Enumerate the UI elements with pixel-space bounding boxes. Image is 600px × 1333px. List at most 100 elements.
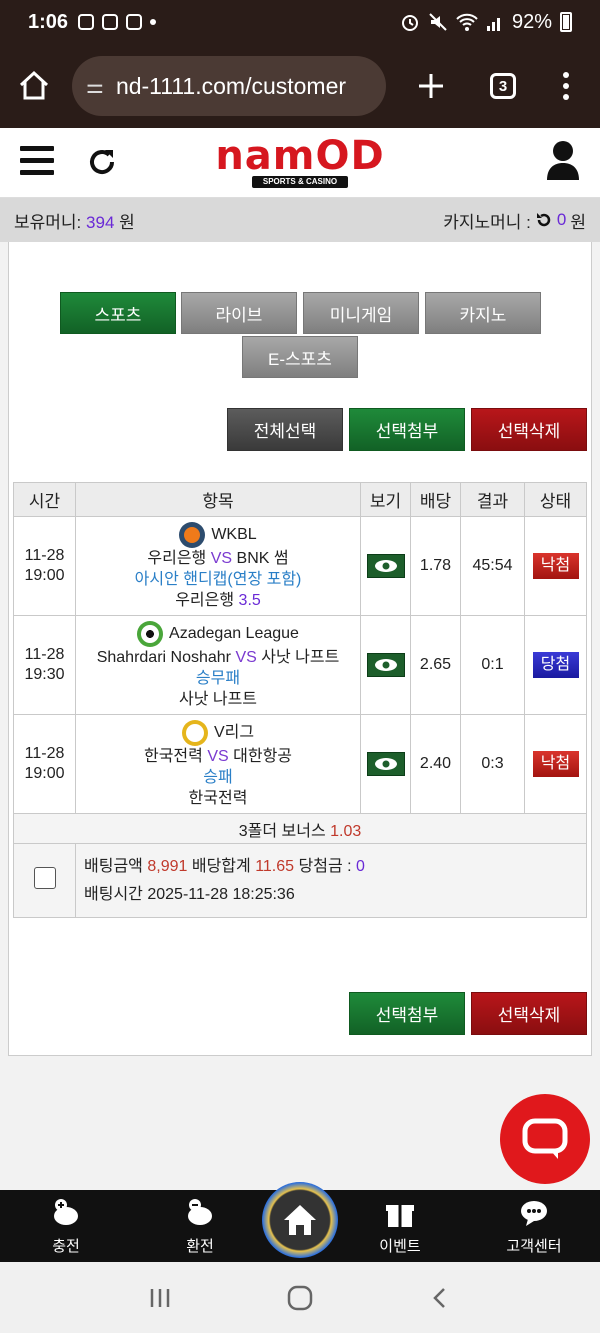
table-row: 11-28 19:30 Azadegan League Shahrdari Nos… [13, 615, 587, 715]
league-name: WKBL [211, 526, 257, 543]
row-odds: 1.78 [410, 516, 461, 616]
row-status: 낙첨 [524, 516, 587, 616]
win-amount: 0 [356, 857, 365, 875]
tab-casino[interactable]: 카지노 [425, 292, 541, 334]
browser-toolbar: ⚌ nd-1111.com/customer 3 [0, 44, 600, 128]
delete-selected-button-bottom[interactable]: 선택삭제 [471, 992, 587, 1035]
row-result: 45:54 [460, 516, 525, 616]
row-item: V리그 한국전력 VS 대한항공 승패 한국전력 [75, 714, 361, 814]
instagram-icon-2 [126, 14, 143, 30]
status-badge: 낙첨 [532, 751, 579, 777]
summary-check-cell [13, 843, 76, 918]
home-team: Shahrdari Noshahr [96, 648, 231, 666]
status-badge: 낙첨 [532, 553, 579, 579]
home-circle-icon[interactable] [287, 1285, 313, 1311]
select-all-button[interactable]: 전체선택 [227, 408, 343, 451]
home-team: 한국전력 [143, 747, 203, 765]
market-name: 승무패 [195, 669, 241, 687]
home-icon[interactable] [16, 68, 52, 104]
row-item: WKBL 우리은행 VS BNK 썸 아시안 핸디캡(연장 포함) 우리은행 3… [75, 516, 361, 616]
logo-subtitle: SPORTS & CASINO [252, 176, 348, 188]
tab-switcher-button[interactable]: 3 [490, 73, 516, 99]
nav-exchange[interactable]: 환전 [140, 1190, 260, 1262]
attach-selected-button[interactable]: 선택첨부 [349, 408, 465, 451]
pick-name: 한국전력 [188, 789, 248, 807]
gift-icon [386, 1205, 414, 1227]
tab-minigame[interactable]: 미니게임 [303, 292, 419, 334]
holding-label: 보유머니: [14, 212, 82, 232]
chat-button[interactable] [500, 1094, 590, 1184]
pick-name: 사낫 나프트 [178, 690, 258, 708]
summary-cell: 배팅금액 8,991 배당합계 11.65 당첨금 : 0 배팅시간 2025-… [75, 843, 587, 918]
nav-event[interactable]: 이벤트 [340, 1190, 460, 1262]
header-result: 결과 [460, 482, 525, 517]
support-chat-icon [521, 1201, 547, 1226]
url-text: nd-1111.com/customer [115, 72, 347, 99]
match-line: Shahrdari Noshahr VS 사낫 나프트 [76, 647, 360, 668]
nav-support-label: 고객센터 [506, 1238, 562, 1255]
vs-label: VS [207, 747, 229, 765]
attach-selected-button-bottom[interactable]: 선택첨부 [349, 992, 465, 1035]
summary-row: 배팅금액 8,991 배당합계 11.65 당첨금 : 0 배팅시간 2025-… [13, 843, 587, 918]
status-bar: 1:06 92% [0, 0, 600, 44]
delete-selected-button[interactable]: 선택삭제 [471, 408, 587, 451]
win-label: 당첨금 : [298, 857, 352, 875]
notification-icons [78, 14, 157, 30]
bet-amount-label: 배팅금액 [84, 857, 143, 875]
table-row: 11-28 19:00 WKBL 우리은행 VS BNK 썸 아시안 핸디캡(연장… [13, 516, 587, 616]
eye-icon[interactable] [366, 653, 405, 677]
summary-amount-line: 배팅금액 8,991 배당합계 11.65 당첨금 : 0 [84, 853, 586, 881]
match-line: 한국전력 VS 대한항공 [76, 746, 360, 767]
row-result: 0:1 [460, 615, 525, 715]
tab-sports[interactable]: 스포츠 [60, 292, 176, 334]
tab-count: 3 [490, 73, 516, 99]
row-view [360, 714, 411, 814]
alarm-icon [401, 15, 418, 31]
site-settings-icon[interactable]: ⚌ [86, 74, 104, 99]
row-item: Azadegan League Shahrdari Noshahr VS 사낫 … [75, 615, 361, 715]
piggy-bank-icon [54, 1199, 78, 1225]
battery-percent: 92% [511, 10, 552, 33]
away-team: BNK 썸 [236, 549, 289, 567]
eye-icon[interactable] [366, 752, 405, 776]
eye-icon[interactable] [366, 554, 405, 578]
bonus-row: 3폴더 보너스 1.03 [13, 813, 587, 844]
nav-support[interactable]: 고객센터 [474, 1190, 594, 1262]
user-icon[interactable] [546, 140, 580, 180]
new-tab-icon[interactable] [416, 71, 446, 101]
bottom-nav: 충전 환전 이벤트 고객센터 [0, 1182, 600, 1262]
odds-total: 11.65 [255, 857, 295, 875]
select-checkbox[interactable] [33, 867, 56, 889]
menu-icon[interactable] [20, 146, 54, 178]
bonus-cell: 3폴더 보너스 1.03 [13, 813, 587, 844]
header-item: 항목 [75, 482, 361, 517]
url-bar[interactable]: ⚌ nd-1111.com/customer [72, 56, 386, 116]
reload-icon[interactable] [535, 211, 553, 229]
row-time: 11-28 19:00 [13, 516, 76, 616]
refresh-icon[interactable] [86, 146, 118, 178]
header-status: 상태 [524, 482, 587, 517]
nav-charge[interactable]: 충전 [6, 1190, 126, 1262]
bonus-label: 3폴더 보너스 [238, 822, 326, 840]
tab-live[interactable]: 라이브 [181, 292, 297, 334]
row-status: 낙첨 [524, 714, 587, 814]
vs-label: VS [235, 648, 257, 666]
league-line: V리그 [76, 719, 360, 746]
casino-money: 카지노머니 : 0 원 [443, 208, 586, 233]
recent-apps-icon[interactable] [148, 1286, 172, 1310]
nav-home-button[interactable] [262, 1182, 338, 1258]
status-badge: 당첨 [532, 652, 579, 678]
volleyball-icon [181, 719, 208, 746]
holding-unit: 원 [119, 212, 135, 232]
site-logo[interactable]: namOD SPORTS & CASINO [206, 136, 394, 192]
row-result: 0:3 [460, 714, 525, 814]
row-status: 당첨 [524, 615, 587, 715]
more-menu-icon[interactable] [562, 71, 570, 101]
piggy-bank-icon [188, 1199, 212, 1225]
home-icon [284, 1205, 316, 1235]
pick-line: 한국전력 [76, 788, 360, 809]
tab-esports[interactable]: E-스포츠 [242, 336, 358, 378]
back-icon[interactable] [428, 1286, 452, 1310]
chat-bubble-icon [522, 1118, 568, 1159]
casino-unit: 원 [570, 212, 586, 232]
